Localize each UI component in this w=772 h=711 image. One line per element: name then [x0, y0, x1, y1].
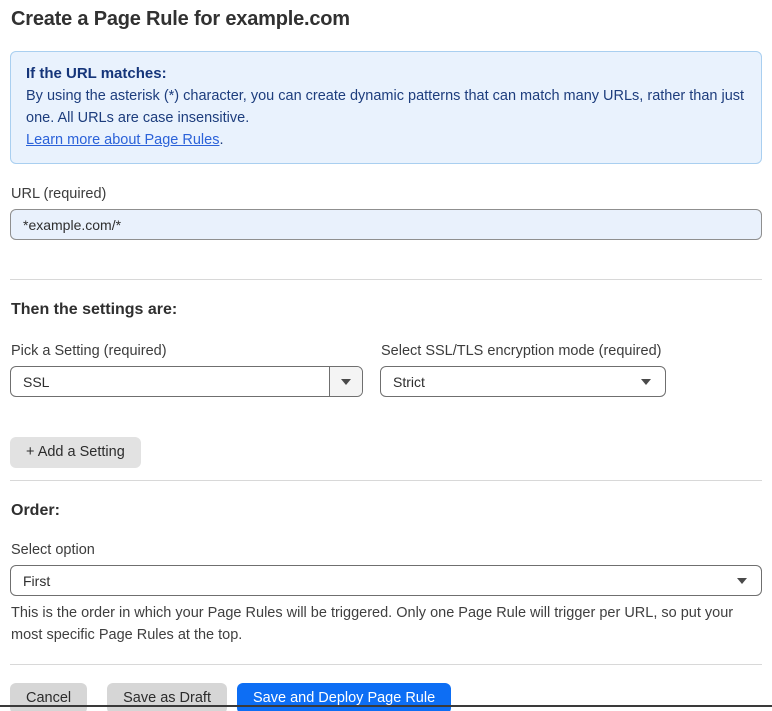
settings-section-heading: Then the settings are:	[11, 301, 178, 318]
ssl-mode-dropdown[interactable]: Strict	[380, 366, 666, 397]
pick-setting-column: Pick a Setting (required) SSL	[10, 321, 363, 397]
order-select-label: Select option	[11, 542, 95, 558]
order-value: First	[23, 572, 51, 589]
ssl-mode-column: Select SSL/TLS encryption mode (required…	[380, 321, 666, 397]
section-divider	[10, 664, 762, 665]
url-input[interactable]	[10, 209, 762, 240]
chevron-down-icon	[641, 378, 651, 385]
window-bottom-edge	[0, 705, 772, 707]
order-help-text: This is the order in which your Page Rul…	[11, 605, 734, 643]
order-dropdown[interactable]: First	[10, 565, 762, 596]
link-suffix: .	[219, 132, 224, 148]
url-match-info-box: If the URL matches: By using the asteris…	[10, 51, 762, 164]
order-section-heading: Order:	[11, 502, 60, 519]
learn-more-link[interactable]: Learn more about Page Rules	[26, 132, 219, 148]
ssl-mode-value: Strict	[393, 373, 425, 390]
page-title: Create a Page Rule for example.com	[11, 8, 350, 30]
settings-row: Pick a Setting (required) SSL Select SSL…	[10, 321, 762, 397]
info-box-body-text: By using the asterisk (*) character, you…	[26, 88, 745, 126]
section-divider	[10, 480, 762, 481]
chevron-down-icon	[737, 577, 747, 584]
pick-setting-value: SSL	[23, 373, 50, 390]
chevron-down-icon	[341, 378, 351, 385]
url-field-label: URL (required)	[11, 186, 107, 202]
create-page-rule-dialog: Create a Page Rule for example.com If th…	[0, 0, 772, 711]
ssl-mode-label: Select SSL/TLS encryption mode (required…	[381, 343, 662, 359]
dropdown-arrow-segment[interactable]	[329, 367, 362, 396]
info-box-body: By using the asterisk (*) character, you…	[26, 85, 746, 129]
add-setting-button[interactable]: + Add a Setting	[10, 437, 141, 468]
section-divider	[10, 279, 762, 280]
pick-setting-dropdown[interactable]: SSL	[10, 366, 363, 397]
info-box-heading: If the URL matches:	[26, 65, 167, 82]
pick-setting-label: Pick a Setting (required)	[11, 343, 167, 359]
info-box-link-line: Learn more about Page Rules.	[26, 129, 746, 151]
